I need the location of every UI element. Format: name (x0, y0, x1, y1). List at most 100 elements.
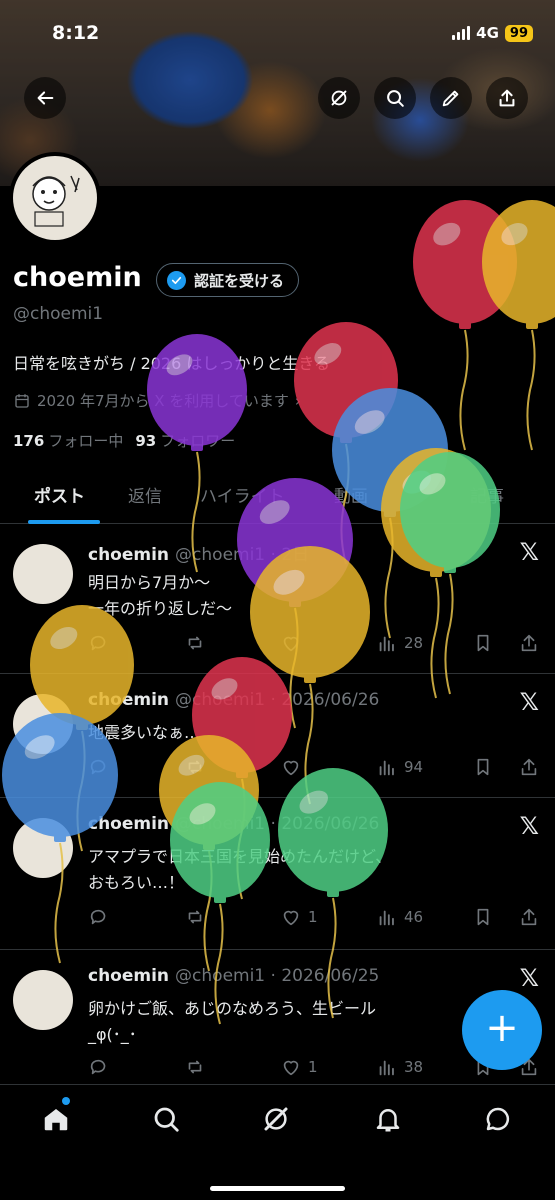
battery-badge: 99 (504, 24, 533, 42)
nav-grok[interactable] (256, 1099, 296, 1139)
followers-link[interactable]: 93 フォロワー (135, 430, 235, 451)
plus-icon: + (485, 1005, 519, 1051)
post-actions: 94 (88, 756, 541, 780)
notification-dot (62, 1097, 70, 1105)
views-icon (379, 636, 394, 652)
bookmark-icon (477, 634, 489, 652)
search-button[interactable] (374, 77, 416, 119)
profile-handle: @choemi1 (13, 304, 104, 324)
share-button[interactable] (518, 756, 540, 778)
status-indicators: 4G 99 (452, 24, 533, 42)
grok-button[interactable] (318, 77, 360, 119)
profile-bio: 日常を呟きがち / 2026 はしっかりと生きる (13, 354, 331, 373)
post-meta: @choemi1 · 2026/06/26 (175, 690, 380, 710)
like-icon (283, 760, 299, 776)
pencil-icon (442, 90, 459, 107)
like-button[interactable] (280, 756, 302, 778)
post-author-name: choemin (88, 545, 170, 565)
tab-articles[interactable]: 記事 (470, 482, 504, 507)
chevron-right-icon: › (294, 391, 301, 410)
edit-button[interactable] (430, 77, 472, 119)
calendar-icon (15, 393, 29, 408)
repost-button[interactable] (184, 632, 206, 654)
share-button[interactable] (518, 632, 540, 654)
post-text: 地震多いなぁ… (88, 723, 201, 742)
nav-notifications[interactable] (368, 1099, 408, 1139)
nav-home[interactable] (36, 1099, 76, 1139)
home-indicator (210, 1186, 345, 1191)
repost-button[interactable] (184, 906, 206, 928)
post-avatar[interactable] (13, 970, 73, 1030)
avatar-image (13, 156, 97, 240)
x-logo-icon: 𝕏 (519, 538, 539, 566)
profile-avatar[interactable] (9, 152, 101, 244)
repost-icon (188, 1060, 202, 1074)
get-verified-button[interactable]: 認証を受ける (156, 263, 300, 297)
nav-search[interactable] (146, 1099, 186, 1139)
post-avatar[interactable] (13, 694, 73, 754)
reply-button[interactable] (88, 756, 110, 778)
joined-label: 2020 年7月から X を利用しています (37, 392, 289, 410)
bookmark-icon (477, 908, 489, 926)
like-button[interactable]: 1 (280, 906, 318, 928)
x-logo-icon: 𝕏 (519, 964, 539, 992)
post-item[interactable]: choemin @choemi1 · 2日 𝕏 明日から7月か〜 一年の折り返しだ… (0, 524, 555, 674)
post-item[interactable]: choemin @choemi1 · 2026/06/26 𝕏 地震多いなぁ… 9… (0, 674, 555, 798)
views-count: 46 (404, 908, 424, 926)
repost-button[interactable] (184, 756, 206, 778)
post-avatar[interactable] (13, 818, 73, 878)
post-header: choemin @choemi1 · 2日 (88, 540, 309, 565)
post-meta: @choemi1 · 2日 (175, 545, 310, 565)
reply-button[interactable] (88, 906, 110, 928)
post-author-name: choemin (88, 966, 170, 986)
share-icon (521, 634, 537, 652)
repost-button[interactable] (184, 1056, 206, 1078)
like-button[interactable] (280, 632, 302, 654)
post-header: choemin @choemi1 · 2026/06/25 (88, 966, 379, 986)
post-text: 卵かけご飯、あじのなめろう、生ビール _φ(･_･ (88, 999, 377, 1044)
like-button[interactable]: 1 (280, 1056, 318, 1078)
bookmark-button[interactable] (472, 632, 494, 654)
following-count: 176 (13, 432, 45, 450)
compose-button[interactable]: + (462, 990, 542, 1070)
like-icon (283, 910, 299, 926)
repost-icon (188, 636, 202, 650)
views-icon (379, 1060, 394, 1076)
verified-badge-icon (167, 270, 186, 290)
like-count: 1 (308, 908, 318, 926)
views-button[interactable]: 28 (376, 632, 423, 654)
post-item[interactable]: choemin @choemi1 · 2026/06/26 𝕏 アマプラで日本三国… (0, 798, 555, 950)
following-link[interactable]: 176 フォロー中 (13, 430, 123, 451)
bookmark-button[interactable] (472, 906, 494, 928)
post-text: アマプラで日本三国を見始めたんだけど、 おもろい…！ (88, 847, 392, 892)
tab-replies[interactable]: 返信 (128, 482, 162, 507)
share-button[interactable] (486, 77, 528, 119)
views-count: 38 (404, 1058, 424, 1076)
repost-icon (188, 910, 202, 924)
share-icon (521, 908, 537, 926)
signal-icon (452, 26, 471, 40)
post-header: choemin @choemi1 · 2026/06/26 (88, 814, 379, 834)
search-icon (154, 1107, 179, 1132)
reply-button[interactable] (88, 632, 110, 654)
reply-icon (90, 759, 106, 775)
tab-posts[interactable]: ポスト (34, 482, 85, 507)
tab-videos[interactable]: 動画 (334, 482, 368, 507)
post-author-name: choemin (88, 690, 170, 710)
reply-button[interactable] (88, 1056, 110, 1078)
search-icon (387, 90, 404, 107)
nav-messages[interactable] (478, 1099, 518, 1139)
home-icon (44, 1109, 68, 1131)
tab-highlights[interactable]: ハイライト (200, 482, 285, 507)
post-actions: 1 38 (88, 1056, 541, 1080)
profile-tabs: ポスト 返信 ハイライト 動画 記事 (0, 468, 555, 524)
followers-count: 93 (135, 432, 157, 450)
bookmark-button[interactable] (472, 756, 494, 778)
views-button[interactable]: 94 (376, 756, 423, 778)
share-button[interactable] (518, 906, 540, 928)
views-button[interactable]: 38 (376, 1056, 423, 1078)
reply-icon (90, 909, 106, 925)
views-button[interactable]: 46 (376, 906, 423, 928)
back-button[interactable] (24, 77, 66, 119)
post-avatar[interactable] (13, 544, 73, 604)
